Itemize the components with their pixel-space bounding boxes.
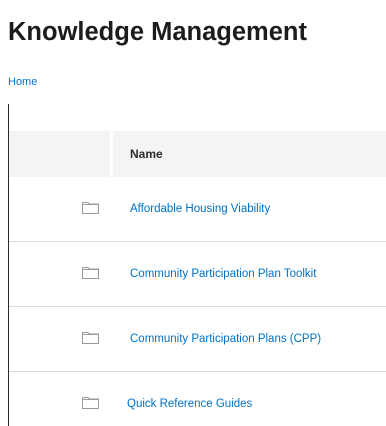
table-row: Quick Reference Guides — [9, 372, 386, 426]
folder-icon[interactable] — [82, 267, 99, 279]
table-row: Community Participation Plan Toolkit — [9, 242, 386, 307]
breadcrumb-home-link[interactable]: Home — [8, 76, 37, 88]
folder-icon[interactable] — [82, 397, 99, 409]
folder-link[interactable]: Quick Reference Guides — [127, 397, 252, 411]
table-row: Affordable Housing Viability — [9, 177, 386, 242]
folder-link[interactable]: Community Participation Plan Toolkit — [130, 267, 316, 281]
folder-icon[interactable] — [82, 332, 99, 344]
folder-link[interactable]: Community Participation Plans (CPP) — [130, 332, 321, 346]
breadcrumb: Home — [8, 75, 37, 89]
page-title: Knowledge Management — [8, 18, 307, 46]
folder-list: Name Affordable Housing Viability Commun… — [9, 131, 386, 426]
page: Knowledge Management Home Name Affordabl… — [0, 0, 386, 426]
column-divider — [110, 131, 113, 177]
folder-icon[interactable] — [82, 202, 99, 214]
column-header-name[interactable]: Name — [130, 147, 163, 161]
table-header: Name — [9, 131, 386, 177]
table-row: Community Participation Plans (CPP) — [9, 307, 386, 372]
folder-link[interactable]: Affordable Housing Viability — [130, 202, 270, 216]
